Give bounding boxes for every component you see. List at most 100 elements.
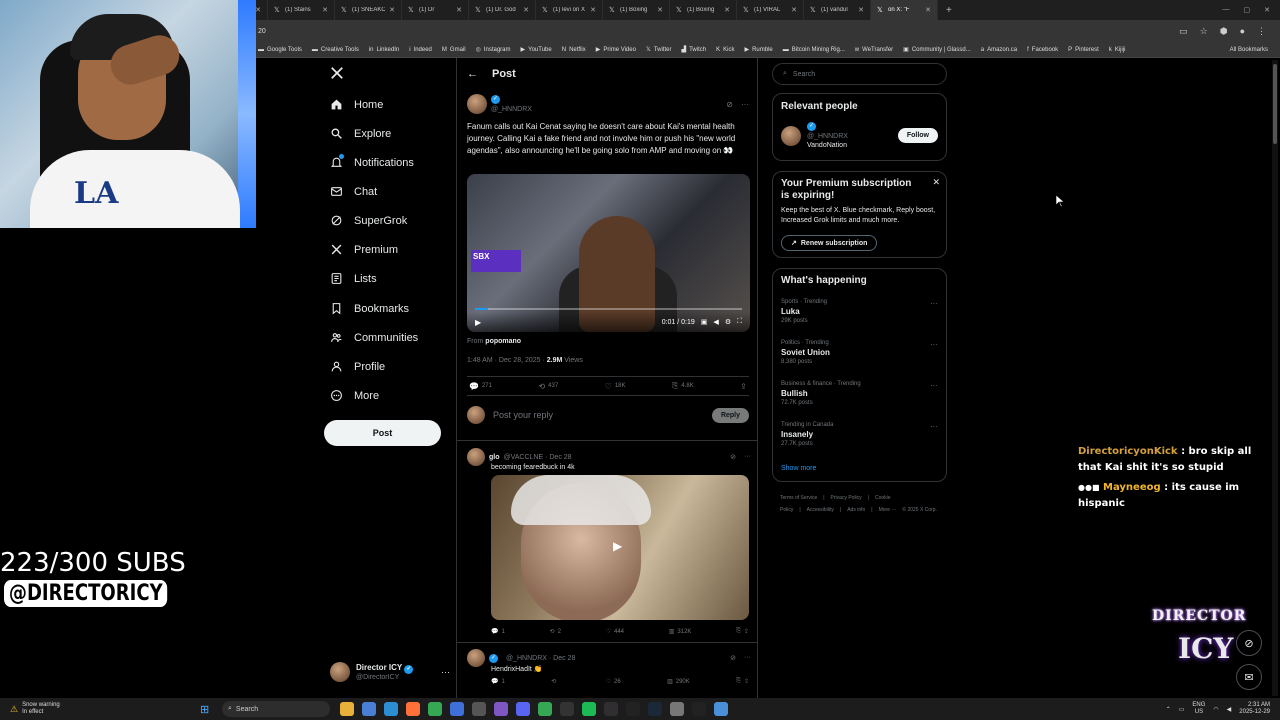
reply-action[interactable]: 💬 1 — [491, 678, 505, 686]
author-avatar[interactable] — [467, 94, 487, 114]
bookmark-item[interactable]: ▶ Prime Video — [596, 46, 636, 54]
nav-item-supergrok[interactable]: SuperGrok — [330, 214, 407, 227]
cast-icon[interactable]: ▭ — [1179, 26, 1188, 37]
bookmark-item[interactable]: k Kijiji — [1109, 47, 1126, 53]
volume-icon[interactable]: ◀ — [1227, 706, 1232, 713]
discord-icon[interactable] — [516, 702, 530, 716]
reply-input[interactable]: Post your reply — [493, 410, 704, 420]
views-action[interactable]: ▥ 312K — [669, 628, 692, 636]
bookmark-item[interactable]: ▶ Rumble — [744, 46, 772, 54]
captions-icon[interactable]: ▣ — [701, 318, 708, 326]
minimize-icon[interactable]: — — [1223, 6, 1230, 14]
play-icon[interactable]: ▶ — [613, 539, 629, 555]
play-icon[interactable]: ▶ — [475, 318, 481, 327]
avatar[interactable] — [781, 125, 801, 146]
footer-link[interactable]: Ads info — [847, 507, 865, 513]
browser-tab[interactable]: 𝕏 (1) Boxing ✕ — [670, 0, 737, 20]
from-user[interactable]: popomano — [485, 338, 521, 345]
volume-icon[interactable]: ◀ — [713, 318, 718, 326]
taskbar-search[interactable]: ⌕ Search — [222, 701, 330, 717]
bookmark-item[interactable]: 𝕏 Twitter — [646, 46, 672, 54]
like-action[interactable]: ♡ 18K — [605, 382, 626, 391]
nav-item-bookmarks[interactable]: Bookmarks — [330, 302, 409, 315]
account-switcher[interactable]: Director ICY ✓ @DirectorICY ··· — [330, 662, 450, 682]
close-icon[interactable]: ✕ — [791, 6, 797, 14]
reply-author-handle[interactable]: @VACCLNE · Dec 28 — [504, 454, 572, 461]
grok-icon[interactable]: ⊘ — [726, 100, 733, 109]
bookmark-item[interactable]: ◎ Instagram — [476, 46, 511, 54]
reply-action[interactable]: 💬 1 — [491, 628, 505, 636]
fullscreen-icon[interactable]: ⛶ — [737, 318, 742, 326]
more-dots-icon[interactable]: ··· — [741, 100, 749, 109]
close-icon[interactable]: ✕ — [590, 6, 596, 14]
more-dots-icon[interactable]: ··· — [930, 381, 938, 390]
bookmark-item[interactable]: ▬ Bitcoin Mining Rig... — [783, 47, 845, 53]
new-tab-icon[interactable]: + — [938, 5, 960, 16]
close-icon[interactable]: ✕ — [925, 6, 931, 14]
more-dots-icon[interactable]: ··· — [930, 299, 938, 308]
more-dots-icon[interactable]: ··· — [744, 654, 751, 662]
share-icon[interactable]: ⇪ — [744, 678, 749, 685]
post-timestamp[interactable]: 1:48 AM · Dec 28, 2025 · — [467, 357, 545, 364]
steam-icon[interactable] — [648, 702, 662, 716]
extension-icon[interactable]: ⬢ — [1220, 26, 1228, 37]
nav-item-more[interactable]: More — [330, 389, 379, 402]
weather-widget[interactable]: ⚠ Snow warning In effect — [0, 702, 200, 716]
mail-app-icon[interactable] — [450, 702, 464, 716]
close-icon[interactable]: ✕ — [389, 6, 395, 14]
language-indicator[interactable]: ENG US — [1192, 702, 1205, 716]
nav-item-communities[interactable]: Communities — [330, 331, 418, 344]
star-icon[interactable]: ☆ — [1200, 26, 1208, 37]
person-name[interactable]: VandoNation — [807, 142, 848, 149]
bookmark-action[interactable]: ⎘ ⇪ — [736, 628, 749, 635]
show-more-link[interactable]: Show more — [773, 465, 824, 472]
footer-link[interactable]: © 2025 X Corp. — [902, 507, 937, 513]
follow-button[interactable]: Follow — [897, 128, 938, 143]
footer-link[interactable]: More ··· — [879, 507, 897, 513]
browser-tab[interactable]: 𝕏 (1) Dr. God ✕ — [469, 0, 536, 20]
bookmark-action[interactable]: ⎘ 4.8K — [672, 381, 694, 391]
bookmark-item[interactable]: ▣ Community | Glassd... — [903, 46, 971, 54]
share-action[interactable]: ⇪ — [740, 382, 747, 391]
chrome-icon[interactable] — [428, 702, 442, 716]
person-handle[interactable]: @_HNNDRX — [807, 133, 848, 140]
close-icon[interactable]: ✕ — [932, 177, 940, 188]
post-button[interactable]: Post — [324, 420, 441, 446]
browser-tab[interactable]: 𝕏 (1) vandul ✕ — [804, 0, 871, 20]
cmd-icon[interactable] — [560, 702, 574, 716]
nav-item-home[interactable]: Home — [330, 98, 383, 111]
chevron-up-icon[interactable]: ⌃ — [1166, 706, 1171, 713]
bookmark-action[interactable]: ⎘ ⇪ — [736, 678, 749, 685]
bookmark-item[interactable]: ▶ YouTube — [521, 46, 552, 54]
file-explorer-icon[interactable] — [340, 702, 354, 716]
close-icon[interactable]: ✕ — [255, 6, 261, 14]
nav-item-notifications[interactable]: Notifications — [330, 154, 414, 169]
clock[interactable]: 2:31 AM 2025-12-29 — [1239, 702, 1270, 716]
reply-item[interactable]: ✓ @_HNNDRX · Dec 28 ⊘ ··· HendrixHadIt 👏 — [467, 649, 751, 673]
footer-link[interactable]: Terms of Service — [780, 495, 817, 501]
close-icon[interactable]: ✕ — [858, 6, 864, 14]
bookmark-item[interactable]: ▬ Creative Tools — [312, 47, 359, 53]
relevant-person[interactable]: ✓ @_HNNDRX VandoNation Follow — [773, 122, 946, 149]
settings-icon[interactable]: ⚙ — [725, 318, 731, 326]
repost-action[interactable]: ⟲ 437 — [538, 382, 558, 391]
trend-item[interactable]: Trending in Canada Insanely 27.7K posts ··· — [773, 422, 946, 447]
browser-tab[interactable]: 𝕏 (1) Dr ✕ — [402, 0, 469, 20]
bookmark-item[interactable]: i Indeed — [409, 47, 432, 53]
close-icon[interactable]: ✕ — [456, 6, 462, 14]
footer-link[interactable]: Privacy Policy — [831, 495, 862, 501]
copilot-icon[interactable] — [362, 702, 376, 716]
wifi-icon[interactable]: ◠ — [1213, 706, 1218, 713]
browser-tab[interactable]: 𝕏on X: "F ✕ — [871, 0, 938, 20]
reply-author-handle[interactable]: @_HNNDRX · Dec 28 — [506, 655, 575, 662]
video-player[interactable]: SBX ▶ 0:01 / 0:19 ▣ ◀ ⚙ ⛶ — [467, 174, 750, 332]
nav-item-premium[interactable]: Premium — [330, 243, 398, 256]
capcut-icon[interactable] — [626, 702, 640, 716]
bookmark-item[interactable]: ▟ Twitch — [681, 46, 706, 54]
bookmark-item[interactable]: N Netflix — [562, 47, 586, 53]
like-action[interactable]: ♡ 26 — [606, 678, 621, 686]
display-icon[interactable]: ▭ — [1179, 706, 1185, 713]
scrollbar-thumb[interactable] — [1273, 64, 1277, 144]
browser-tab[interactable]: 𝕏 (1) VIRAL ✕ — [737, 0, 804, 20]
reply-item[interactable]: glo @VACCLNE · Dec 28 ⊘ ··· becoming fear… — [467, 448, 751, 471]
